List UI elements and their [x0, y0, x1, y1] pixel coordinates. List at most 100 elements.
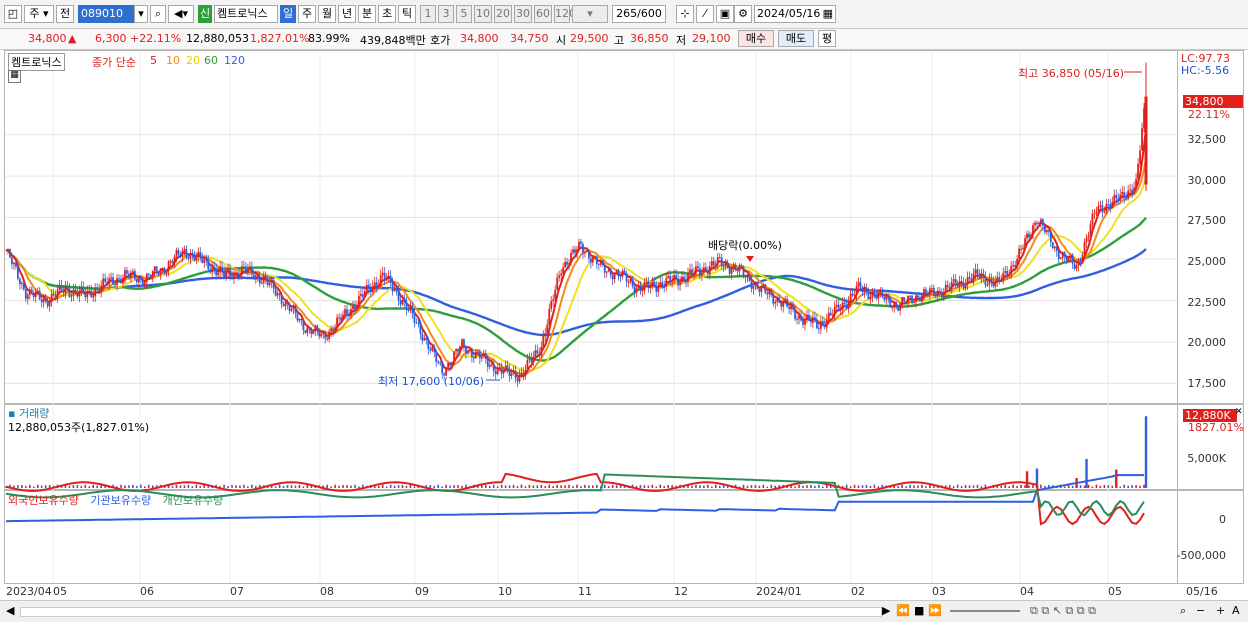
candle-body: [34, 291, 37, 297]
candle-body: [720, 257, 723, 267]
candle-body: [213, 267, 216, 269]
candle-body: [1034, 222, 1036, 226]
volume-bar: [179, 485, 182, 488]
candle-body: [996, 277, 999, 282]
candle-body: [159, 268, 162, 275]
candle-body: [534, 350, 537, 357]
nav-rewind-icon[interactable]: ⏪: [896, 604, 910, 617]
text-tool-button[interactable]: A: [1232, 604, 1240, 617]
price-tick-17500: 17,500: [1187, 377, 1227, 390]
candle-body: [1107, 204, 1110, 206]
volume-bar: [484, 484, 487, 488]
candle-body: [760, 285, 763, 292]
candle-body: [298, 318, 301, 321]
volume-bar: [481, 485, 483, 488]
candle-body: [804, 318, 806, 325]
candle-body: [108, 278, 110, 285]
stock-chart[interactable]: [0, 0, 1248, 621]
volume-bar: [849, 486, 852, 488]
volume-bar: [278, 484, 281, 488]
scroll-left-icon[interactable]: ◀: [6, 604, 14, 617]
candle-body: [252, 274, 255, 280]
candle-body: [582, 244, 584, 254]
candle-body: [1115, 195, 1118, 199]
candle-body: [1047, 230, 1050, 232]
volume-bar: [568, 484, 570, 488]
candle-body: [1127, 190, 1130, 199]
volume-bar: [96, 485, 98, 488]
legend-ma-10: 10: [166, 54, 180, 67]
candle-body: [155, 266, 158, 273]
candle-body: [1057, 251, 1060, 260]
candle-body: [1085, 237, 1088, 243]
candle-body: [48, 301, 51, 307]
candle-body: [286, 301, 289, 304]
scrollbar-track[interactable]: [20, 607, 882, 617]
candle-body: [724, 262, 727, 267]
volume-bar: [143, 486, 146, 488]
candle-body: [72, 289, 75, 296]
candle-body: [187, 257, 190, 259]
candle-body: [116, 278, 118, 285]
candle-body: [669, 276, 672, 282]
volume-bar: [802, 485, 804, 488]
nav-play-icon[interactable]: ▶: [882, 604, 890, 617]
x-label-05b: 05: [1108, 585, 1122, 598]
volume-bar: [413, 486, 416, 488]
volume-bar: [552, 486, 554, 488]
candle-body: [423, 338, 426, 341]
volume-bar: [1063, 486, 1066, 488]
candle-body: [800, 315, 802, 321]
legend-stock-name[interactable]: 켐트로닉스: [8, 53, 65, 71]
zoom-icon[interactable]: ⌕: [1180, 604, 1186, 618]
candle-body: [381, 272, 384, 276]
candle-body: [1073, 263, 1076, 269]
draw-tools-icon[interactable]: ⧉ ⧉ ↖ ⧉ ⧉ ⧉: [1030, 604, 1096, 618]
candle-body: [802, 320, 804, 325]
candle-body: [1141, 128, 1143, 151]
candle-body: [659, 282, 662, 287]
candle-body: [494, 371, 497, 375]
candle-body: [788, 306, 791, 310]
volume-bar: [401, 485, 404, 488]
candle-body: [377, 285, 380, 287]
candle-body: [812, 317, 814, 323]
candle-body: [934, 295, 937, 297]
candle-body: [837, 304, 840, 311]
candle-body: [859, 282, 862, 290]
candle-body: [1018, 248, 1021, 260]
candle-body: [322, 332, 325, 334]
volume-bar: [948, 484, 951, 488]
volume-bar: [1111, 485, 1114, 488]
volume-bar: [247, 486, 249, 488]
legend-ma-5: 5: [150, 54, 157, 67]
volume-close-icon[interactable]: ✕: [1235, 407, 1243, 417]
candle-body: [290, 309, 293, 311]
candle-body: [173, 256, 176, 264]
candle-body: [358, 295, 360, 307]
candle-body: [147, 273, 150, 275]
candle-body: [1045, 230, 1048, 233]
candle-body: [1071, 255, 1074, 264]
nav-stop-icon[interactable]: ■: [914, 604, 924, 617]
candle-body: [687, 273, 689, 282]
candle-body: [685, 280, 687, 282]
candle-body: [472, 356, 475, 359]
zoom-in-button[interactable]: +: [1216, 604, 1225, 617]
candle-body: [243, 266, 245, 268]
candle-body: [712, 261, 715, 266]
zoom-slider[interactable]: [950, 610, 1020, 612]
candle-body: [461, 339, 463, 347]
candle-body: [938, 290, 941, 293]
candle-body: [869, 296, 872, 300]
volume-bar: [758, 485, 761, 488]
candle-body: [361, 294, 364, 297]
zoom-out-button[interactable]: −: [1196, 604, 1205, 617]
candle-body: [952, 279, 955, 282]
candle-body: [617, 270, 620, 277]
nav-forward-icon[interactable]: ⏩: [928, 604, 942, 617]
candle-body: [827, 312, 830, 320]
table-icon[interactable]: ▦: [8, 70, 21, 83]
candle-body: [219, 266, 222, 273]
price-tick-30000: 30,000: [1187, 174, 1227, 187]
